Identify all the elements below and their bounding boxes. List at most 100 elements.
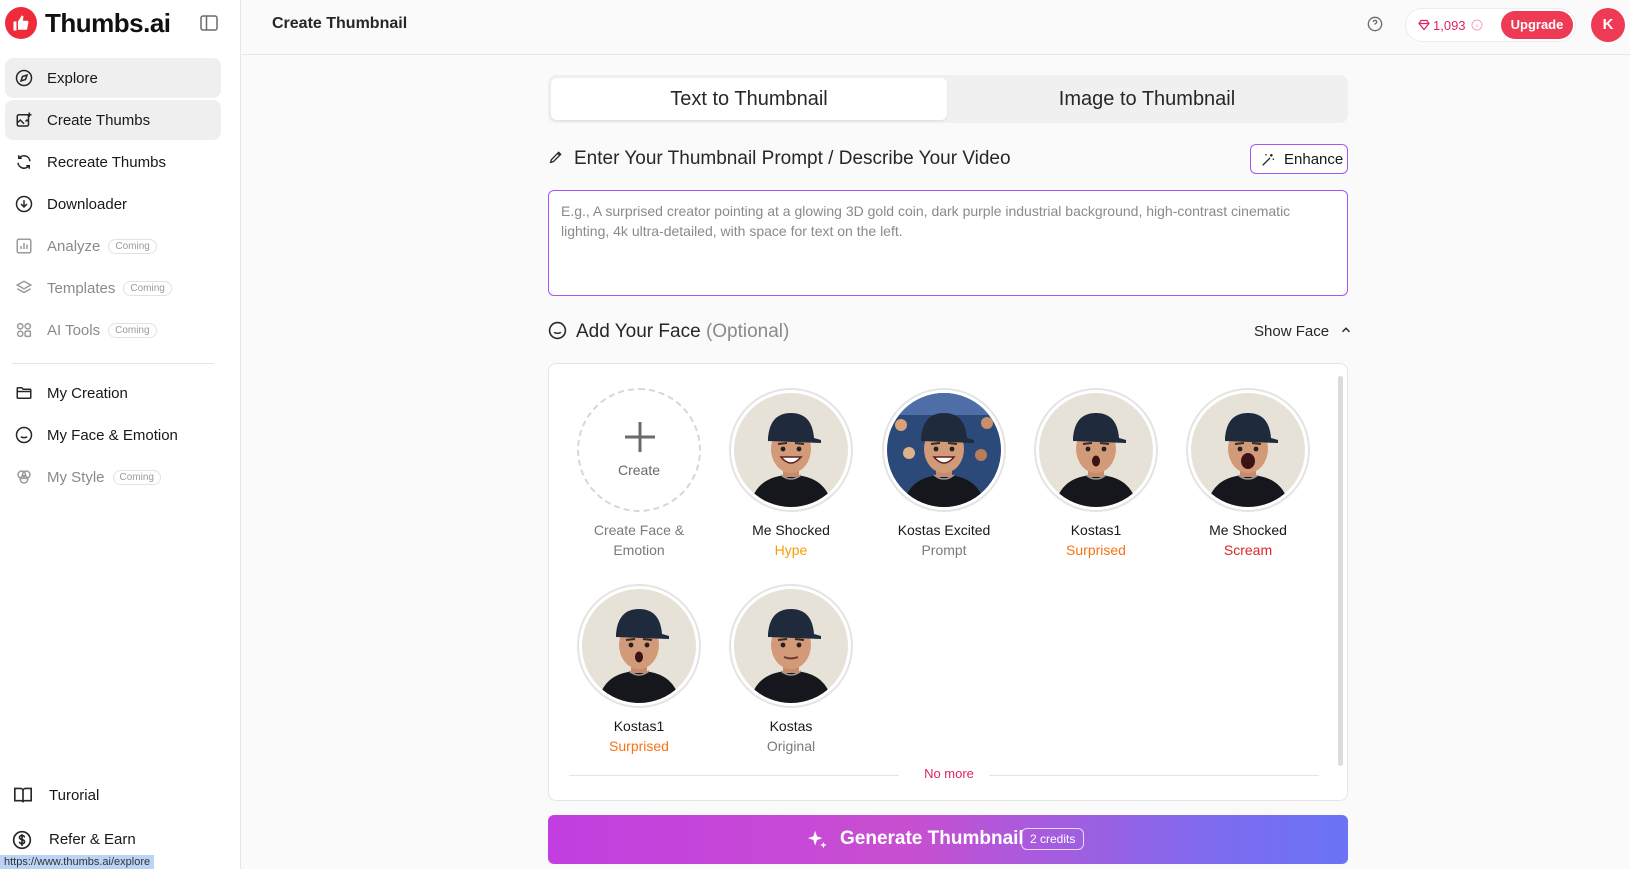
credits-cost-badge: 2 credits <box>1021 828 1085 850</box>
create-face-card[interactable]: Create Create Face & Emotion <box>574 388 704 560</box>
logo-row: Thumbs.ai <box>0 0 241 46</box>
sidebar-item-label: Recreate Thumbs <box>47 154 166 171</box>
face-avatar[interactable] <box>729 584 853 708</box>
enhance-button[interactable]: Enhance <box>1250 144 1348 174</box>
face-emotion-tag: Surprised <box>609 738 669 754</box>
prompt-section-title: Enter Your Thumbnail Prompt / Describe Y… <box>548 148 1011 170</box>
face-photo <box>887 393 1001 507</box>
face-icon <box>548 321 567 340</box>
face-avatar[interactable] <box>882 388 1006 512</box>
sidebar-item-tutorial[interactable]: Turorial <box>5 775 221 815</box>
sidebar: Thumbs.ai Explore Create Thumbs Recreate… <box>0 0 241 869</box>
enhance-label: Enhance <box>1284 151 1344 168</box>
sidebar-item-templates[interactable]: Templates Coming <box>5 268 221 308</box>
sidebar-item-ai-tools[interactable]: AI Tools Coming <box>5 310 221 350</box>
sidebar-item-label: Templates <box>47 280 116 297</box>
sidebar-item-label: My Face & Emotion <box>47 427 178 444</box>
folder-icon <box>15 384 33 402</box>
bar-chart-icon <box>15 237 33 255</box>
sidebar-item-my-style[interactable]: My Style Coming <box>5 457 221 497</box>
plus-icon <box>625 422 655 452</box>
face-card[interactable]: Kostas Excited Prompt <box>879 388 1009 560</box>
palette-icon <box>15 468 33 486</box>
download-icon <box>15 195 33 213</box>
top-header: Create Thumbnail 1,093 Upgrade K <box>242 0 1630 55</box>
tab-image-to-thumbnail[interactable]: Image to Thumbnail <box>949 78 1345 120</box>
prompt-textarea[interactable] <box>548 190 1348 296</box>
sidebar-item-create-thumbs[interactable]: Create Thumbs <box>5 100 221 140</box>
pencil-icon <box>549 151 562 164</box>
face-name: Kostas1 <box>1070 522 1122 538</box>
sidebar-item-label: Downloader <box>47 196 128 213</box>
layers-icon <box>15 279 33 297</box>
prompt-title-text: Enter Your Thumbnail Prompt / Describe Y… <box>574 148 1011 169</box>
face-photo <box>734 589 848 703</box>
generate-thumbnail-button[interactable]: Generate Thumbnail 2 credits <box>548 815 1348 864</box>
create-face-name: Create Face & Emotion <box>593 522 685 558</box>
face-avatar[interactable] <box>729 388 853 512</box>
generate-label: Generate Thumbnail <box>840 828 1024 849</box>
face-avatar[interactable] <box>1034 388 1158 512</box>
coming-badge: Coming <box>108 323 157 338</box>
coming-badge: Coming <box>112 470 161 485</box>
sidebar-divider <box>12 363 214 364</box>
sidebar-toggle-icon[interactable] <box>200 15 218 31</box>
magic-wand-icon <box>1262 154 1274 166</box>
gallery-scrollbar[interactable] <box>1338 376 1343 766</box>
sidebar-item-label: Analyze <box>47 238 101 255</box>
user-avatar[interactable]: K <box>1591 8 1625 42</box>
face-photo <box>582 589 696 703</box>
face-avatar[interactable] <box>1186 388 1310 512</box>
show-face-label: Show Face <box>1254 323 1330 340</box>
face-card[interactable]: Kostas1 Surprised <box>574 584 704 756</box>
image-plus-icon <box>15 111 33 129</box>
sidebar-item-recreate-thumbs[interactable]: Recreate Thumbs <box>5 142 221 182</box>
dollar-icon <box>12 830 32 850</box>
sidebar-item-refer-earn[interactable]: Refer & Earn <box>5 819 221 859</box>
sparkle-icon <box>807 830 827 849</box>
mode-tabs: Text to Thumbnail Image to Thumbnail <box>548 75 1348 123</box>
sidebar-item-label: My Creation <box>47 385 128 402</box>
sidebar-item-my-creation[interactable]: My Creation <box>5 373 221 413</box>
face-emotion-tag: Surprised <box>1066 542 1126 558</box>
face-card[interactable]: Kostas Original <box>726 584 856 756</box>
sidebar-item-explore[interactable]: Explore <box>5 58 221 98</box>
sidebar-item-label: AI Tools <box>47 322 101 339</box>
show-face-toggle[interactable]: Show Face <box>1254 323 1353 340</box>
create-circle-label: Create <box>617 462 661 478</box>
create-face-circle[interactable]: Create <box>577 388 701 512</box>
face-gallery: Create Create Face & Emotion Me Shocked H… <box>548 363 1348 801</box>
credits-balance: 1,093 <box>1433 18 1466 33</box>
face-section-title: Add Your Face (Optional) <box>548 321 789 343</box>
face-photo <box>1191 393 1305 507</box>
sidebar-item-label: Turorial <box>49 787 100 804</box>
face-photo <box>1039 393 1153 507</box>
chevron-up-icon <box>1342 327 1351 333</box>
thumbs-up-logo-icon[interactable] <box>5 7 37 39</box>
face-card[interactable]: Kostas1 Surprised <box>1031 388 1161 560</box>
face-icon <box>15 426 33 444</box>
grid-icon <box>15 321 33 339</box>
upgrade-button[interactable]: Upgrade <box>1501 11 1573 39</box>
face-name: Kostas <box>769 718 813 734</box>
face-avatar[interactable] <box>577 584 701 708</box>
face-name: Kostas1 <box>613 718 665 734</box>
sidebar-item-label: Create Thumbs <box>47 112 151 129</box>
sidebar-item-analyze[interactable]: Analyze Coming <box>5 226 221 266</box>
info-icon <box>1471 19 1483 31</box>
help-icon[interactable] <box>1367 16 1383 32</box>
tab-text-to-thumbnail[interactable]: Text to Thumbnail <box>551 78 947 120</box>
face-card[interactable]: Me Shocked Scream <box>1183 388 1313 560</box>
compass-icon <box>15 69 33 87</box>
coming-badge: Coming <box>108 239 157 254</box>
app-logo-text[interactable]: Thumbs.ai <box>45 8 171 39</box>
face-card[interactable]: Me Shocked Hype <box>726 388 856 560</box>
face-name: Me Shocked <box>1209 522 1287 538</box>
sidebar-item-my-face-emotion[interactable]: My Face & Emotion <box>5 415 221 455</box>
no-more-label: No more <box>924 766 974 781</box>
book-icon <box>13 786 32 804</box>
status-bar-url: https://www.thumbs.ai/explore <box>0 855 155 869</box>
refresh-icon <box>15 153 33 171</box>
sidebar-item-downloader[interactable]: Downloader <box>5 184 221 224</box>
face-photo <box>734 393 848 507</box>
